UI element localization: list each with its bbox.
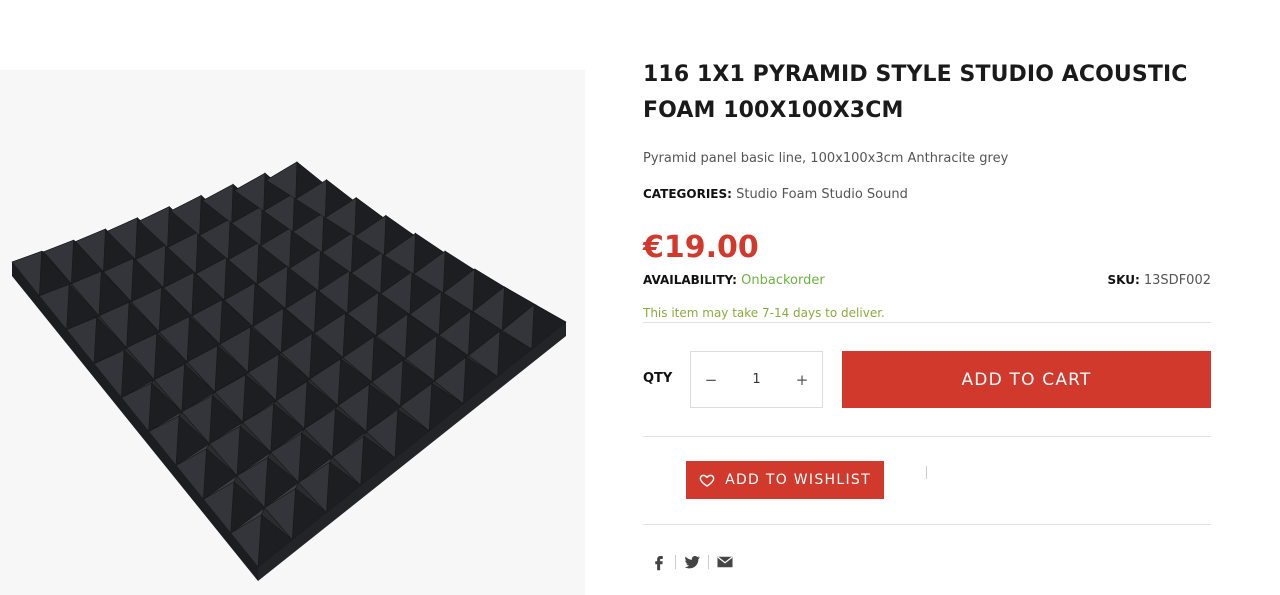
product-price: €19.00 — [643, 230, 759, 265]
sku-label: SKU: — [1107, 273, 1140, 287]
email-icon[interactable] — [715, 552, 735, 572]
sku: SKU: 13SDF002 — [1107, 273, 1211, 288]
add-to-cart-button[interactable]: ADD TO CART — [842, 351, 1211, 408]
share-separator — [675, 555, 676, 569]
categories: CATEGORIES: Studio Foam Studio Sound — [643, 187, 908, 202]
divider — [643, 436, 1211, 437]
availability: AVAILABILITY: Onbackorder — [643, 273, 825, 288]
add-to-wishlist-button[interactable]: ADD TO WISHLIST — [686, 461, 884, 499]
product-title: 116 1X1 PYRAMID STYLE STUDIO ACOUSTIC FO… — [643, 62, 1188, 123]
divider — [643, 322, 1211, 323]
availability-label: AVAILABILITY: — [643, 273, 737, 287]
separator — [926, 466, 927, 479]
categories-links[interactable]: Studio Foam Studio Sound — [736, 187, 908, 202]
availability-value: Onbackorder — [741, 273, 825, 288]
wishlist-label: ADD TO WISHLIST — [725, 472, 871, 488]
delivery-note: This item may take 7-14 days to deliver. — [643, 306, 885, 320]
short-description: Pyramid panel basic line, 100x100x3cm An… — [643, 151, 1009, 166]
sku-value: 13SDF002 — [1143, 273, 1211, 288]
share-separator — [708, 555, 709, 569]
qty-input[interactable] — [726, 372, 787, 387]
categories-label: CATEGORIES: — [643, 187, 732, 201]
acoustic-foam-image — [11, 161, 567, 581]
qty-plus-button[interactable]: + — [792, 371, 812, 389]
qty-label: QTY — [643, 371, 673, 386]
product-image[interactable] — [0, 70, 585, 595]
heart-icon — [699, 474, 715, 487]
divider — [643, 524, 1211, 525]
share-links — [649, 552, 735, 572]
facebook-icon[interactable] — [649, 552, 669, 572]
quantity-stepper: − + — [690, 351, 823, 408]
twitter-icon[interactable] — [682, 552, 702, 572]
qty-minus-button[interactable]: − — [701, 371, 721, 389]
